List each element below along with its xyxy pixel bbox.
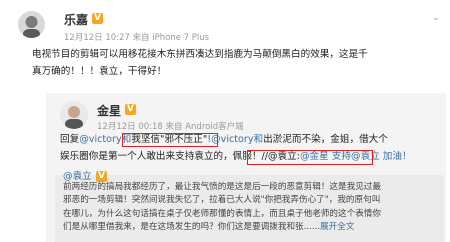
- post-text-line2: 真万确的！！！袁立，干得好！: [32, 66, 167, 77]
- highlight-box-1: [122, 133, 218, 147]
- verified-icon: V: [125, 104, 136, 115]
- expand-link[interactable]: 展开全文: [320, 222, 354, 232]
- quote-line1: 前两经历的搞局我都经历了，最让我气愤的是这是后一段的恶意剪辑！这是我见过最: [63, 182, 381, 192]
- author-name[interactable]: 乐嘉: [64, 11, 88, 28]
- verified-icon: V: [92, 13, 103, 24]
- quote-line3: 在哪儿，为什么这句话搞在桌子仅老师那懂的表情上，而且桌子他老师的这个表情你: [63, 208, 381, 219]
- reply-avatar[interactable]: [60, 101, 88, 129]
- highlight-box-2: [247, 150, 373, 165]
- reply-author-name[interactable]: 金星: [97, 102, 121, 119]
- quote-text: 前两经历的搞局我都经历了，最让我气愤的是这是后一段的恶意剪辑！这是我见过最 邪恶…: [63, 181, 444, 234]
- post-text: 电视节目的剪辑可以用移花接木东拼西凑达到指鹿为马颠倒黑白的效果，这是千 真万确的…: [32, 46, 446, 80]
- chevron-down-icon[interactable]: ⌄: [432, 13, 440, 23]
- quote-line4: 们是从哪里借我来，是在这场发生的吗？你们这是要调拨我和张......: [63, 221, 321, 232]
- reply-prefix: 回复: [60, 134, 80, 145]
- author-avatar[interactable]: [18, 11, 45, 38]
- post-text-line1: 电视节目的剪辑可以用移花接木东拼西凑达到指鹿为马颠倒黑白的效果，这是千: [32, 49, 368, 60]
- weibo-post: 乐嘉 V ⌄ 12月12日 10:27 来自 iPhone 7 Plus 电视节…: [0, 0, 450, 242]
- post-timestamp: 12月12日 10:27 来自 iPhone 7 Plus: [64, 33, 210, 43]
- quote-line2: 邪恶的一场剪辑！突然间说我失忆了，拉着已大人说"你把我弄伤心了"，我的原句叫: [63, 195, 381, 206]
- reply-phrase: 出淤泥而不染，金姐，借大个: [263, 134, 388, 145]
